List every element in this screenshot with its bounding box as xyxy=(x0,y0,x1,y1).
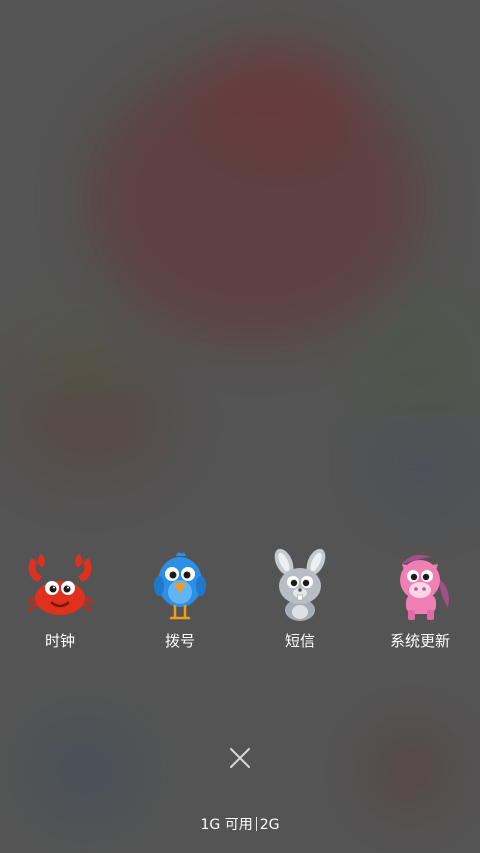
close-icon xyxy=(230,748,250,768)
recent-apps-row: 时钟 拨号 短信 系统更新 xyxy=(0,548,480,658)
rabbit-icon xyxy=(274,548,326,621)
clear-all-button[interactable] xyxy=(222,740,258,776)
app-label: 短信 xyxy=(284,632,315,650)
recent-app-dialer[interactable]: 拨号 xyxy=(120,548,240,658)
memory-total: 2G xyxy=(259,817,280,833)
memory-divider xyxy=(255,817,257,831)
recent-apps-screen: 时钟 拨号 短信 系统更新 1G 可用 2G xyxy=(0,0,480,853)
bird-icon xyxy=(154,552,206,620)
dim-overlay xyxy=(0,0,480,853)
app-label: 时钟 xyxy=(44,632,75,650)
app-label: 系统更新 xyxy=(389,632,450,650)
recent-app-messages[interactable]: 短信 xyxy=(240,548,360,658)
app-label: 拨号 xyxy=(164,632,195,650)
pony-icon xyxy=(400,554,449,620)
crab-icon xyxy=(26,554,94,615)
recent-app-system-update[interactable]: 系统更新 xyxy=(360,548,480,658)
memory-available: 1G 可用 xyxy=(200,817,253,833)
memory-status: 1G 可用 2G xyxy=(0,815,480,835)
recent-app-clock[interactable]: 时钟 xyxy=(0,548,120,658)
